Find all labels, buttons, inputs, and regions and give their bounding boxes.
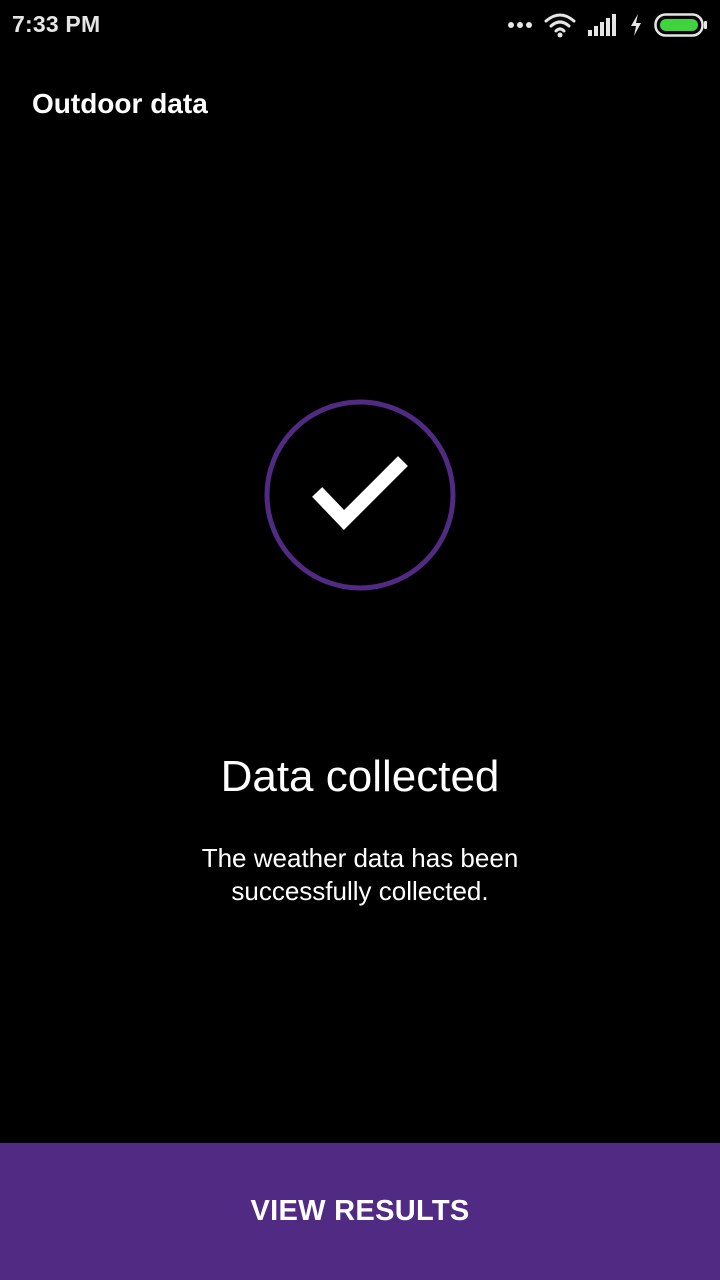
more-dots-icon [508,21,532,29]
wifi-icon [544,12,576,38]
success-message: The weather data has been successfully c… [201,843,519,906]
success-headline: Data collected [220,752,500,801]
status-time: 7:33 PM [12,11,101,37]
view-results-label: VIEW RESULTS [250,1195,470,1227]
status-icons [496,10,708,40]
view-results-button[interactable]: VIEW RESULTS [0,1143,720,1280]
check-circle-icon [264,399,456,591]
charging-icon [630,14,642,36]
status-bar: 7:33 PM [0,0,720,50]
page-title: Outdoor data [32,88,208,119]
battery-icon [654,13,708,37]
signal-icon [588,14,618,36]
